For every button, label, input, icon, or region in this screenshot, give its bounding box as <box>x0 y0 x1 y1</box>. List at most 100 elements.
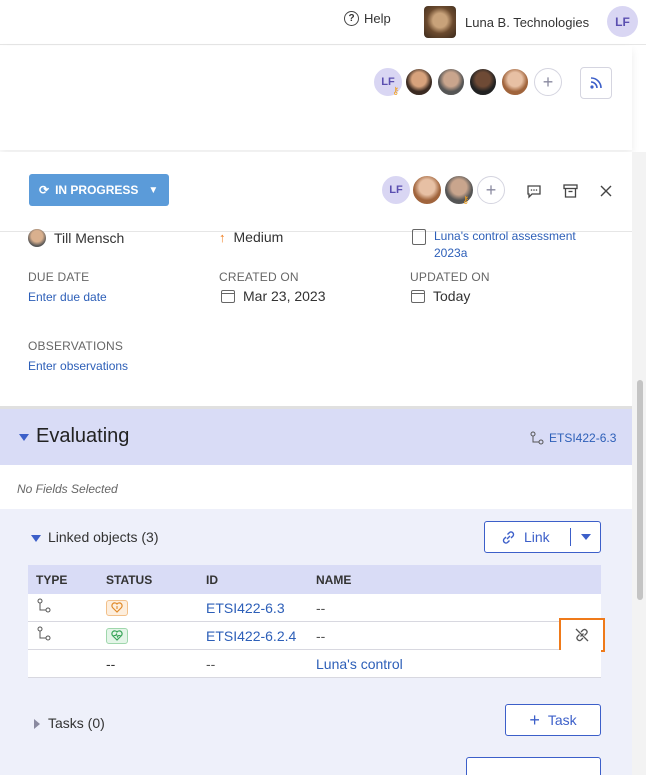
archive-icon[interactable] <box>561 182 579 200</box>
add-task-label: Task <box>547 712 577 728</box>
assignee-name: Till Mensch <box>54 230 125 246</box>
scrollbar-thumb[interactable] <box>637 380 643 600</box>
help-icon: ? <box>344 11 359 26</box>
unlink-icon <box>575 628 589 642</box>
table-row[interactable]: ETSI422-6.3 -- <box>28 594 601 622</box>
link-dropdown-toggle[interactable] <box>571 534 600 540</box>
add-member-button[interactable]: + <box>534 68 562 96</box>
column-status: STATUS <box>106 572 153 587</box>
row-name: -- <box>316 599 326 616</box>
calendar-icon <box>221 289 235 303</box>
close-icon[interactable] <box>597 182 615 200</box>
due-date-label: DUE DATE <box>28 270 90 284</box>
tasks-title: Tasks (0) <box>48 715 105 731</box>
org-switcher[interactable]: Luna B. Technologies <box>424 6 589 38</box>
unlink-button[interactable] <box>559 618 605 652</box>
add-task-button[interactable]: + Task <box>505 704 601 736</box>
calendar-icon <box>411 289 425 303</box>
link-button[interactable]: Link <box>484 521 601 553</box>
table-header: TYPE STATUS ID NAME <box>28 565 601 594</box>
priority-field[interactable]: ↑ Medium <box>219 229 283 245</box>
observations-label: OBSERVATIONS <box>28 339 124 353</box>
no-fields-text: No Fields Selected <box>17 482 118 496</box>
type-cell <box>28 598 98 617</box>
evaluating-title: Evaluating <box>36 425 130 447</box>
status-badge <box>106 627 128 644</box>
row-name: -- <box>316 627 326 644</box>
linked-objects-title: Linked objects (3) <box>48 529 159 545</box>
updated-value: Today <box>433 288 471 304</box>
assessment-link[interactable]: Luna's control assessment 2023a <box>434 228 604 262</box>
assignee-field[interactable]: Till Mensch <box>28 229 124 247</box>
table-row[interactable]: ETSI422-6.2.4 -- <box>28 618 605 652</box>
collapse-icon[interactable] <box>19 434 29 441</box>
updated-label: UPDATED ON <box>410 270 490 284</box>
refresh-icon: ⟳ <box>39 183 50 197</box>
arrow-up-icon: ↑ <box>219 229 226 245</box>
table-row[interactable]: -- -- Luna's control <box>28 650 601 678</box>
rss-icon <box>590 77 602 89</box>
column-type: TYPE <box>36 572 68 587</box>
evaluating-header[interactable]: Evaluating ETSI422-6.3 <box>0 409 632 465</box>
row-id-link[interactable]: ETSI422-6.3 <box>198 600 308 616</box>
hierarchy-icon <box>37 598 51 613</box>
heart-icon <box>111 602 123 613</box>
evaluating-code: ETSI422-6.3 <box>549 431 617 445</box>
background-card: LF ⚷ + <box>0 46 632 150</box>
created-field: Mar 23, 2023 <box>221 288 326 304</box>
row-id-link[interactable]: ETSI422-6.2.4 <box>198 628 308 644</box>
row-name-link[interactable]: Luna's control <box>308 656 601 672</box>
subscribe-button[interactable] <box>580 67 612 99</box>
member-avatar[interactable] <box>500 67 530 97</box>
due-date-link[interactable]: Enter due date <box>28 290 107 304</box>
member-avatar[interactable] <box>436 67 466 97</box>
hierarchy-icon <box>530 431 544 445</box>
assessment-icon <box>412 229 426 245</box>
link-label: Link <box>524 529 550 545</box>
top-bar: ? Help Luna B. Technologies LF <box>0 0 646 45</box>
column-name: NAME <box>316 572 352 587</box>
column-id: ID <box>206 572 218 587</box>
chevron-down-icon <box>580 534 591 540</box>
type-cell <box>28 626 98 645</box>
status-cell <box>98 627 198 644</box>
expand-icon[interactable] <box>34 719 40 729</box>
created-label: CREATED ON <box>219 270 299 284</box>
linked-objects-section: Linked objects (3) Link TYPE STATUS ID N… <box>0 509 632 775</box>
owner-avatar[interactable]: LF <box>380 174 412 206</box>
key-icon: ⚷ <box>392 86 400 97</box>
evaluating-code-link[interactable]: ETSI422-6.3 <box>530 431 616 445</box>
updated-field: Today <box>411 288 470 304</box>
panel-header: ⟳ IN PROGRESS ▼ LF ⚷ + <box>0 152 632 232</box>
status-cell <box>98 599 198 616</box>
status-label: IN PROGRESS <box>55 183 139 197</box>
chevron-down-icon: ▼ <box>148 184 159 196</box>
row-id: -- <box>206 655 216 672</box>
status-cell: -- <box>106 655 116 672</box>
org-logo <box>424 6 456 38</box>
reviewer-avatar[interactable] <box>443 174 475 206</box>
created-value: Mar 23, 2023 <box>243 288 326 304</box>
plus-icon: + <box>529 710 540 730</box>
priority-value: Medium <box>233 229 284 245</box>
org-name: Luna B. Technologies <box>465 14 590 30</box>
hierarchy-icon <box>37 626 51 641</box>
observations-link[interactable]: Enter observations <box>28 359 128 373</box>
assignee-avatar[interactable] <box>411 174 443 206</box>
collapse-icon[interactable] <box>31 535 41 542</box>
partial-button[interactable] <box>466 757 601 775</box>
member-avatar[interactable] <box>404 67 434 97</box>
help-link[interactable]: ? Help <box>344 11 391 26</box>
comment-icon[interactable] <box>525 182 543 200</box>
heartbeat-icon <box>111 630 123 641</box>
key-icon: ⚷ <box>462 195 470 206</box>
link-icon <box>502 530 515 544</box>
assignee-avatar <box>28 229 46 247</box>
evaluating-section: Evaluating ETSI422-6.3 No Fields Selecte… <box>0 406 632 506</box>
member-avatar[interactable] <box>468 67 498 97</box>
add-member-button[interactable]: + <box>477 176 505 204</box>
linked-objects-table: TYPE STATUS ID NAME ETSI422-6.3 -- ETSI4… <box>28 565 605 678</box>
user-avatar[interactable]: LF <box>607 6 638 37</box>
status-dropdown[interactable]: ⟳ IN PROGRESS ▼ <box>29 174 169 206</box>
link-main-button[interactable]: Link <box>485 529 570 545</box>
